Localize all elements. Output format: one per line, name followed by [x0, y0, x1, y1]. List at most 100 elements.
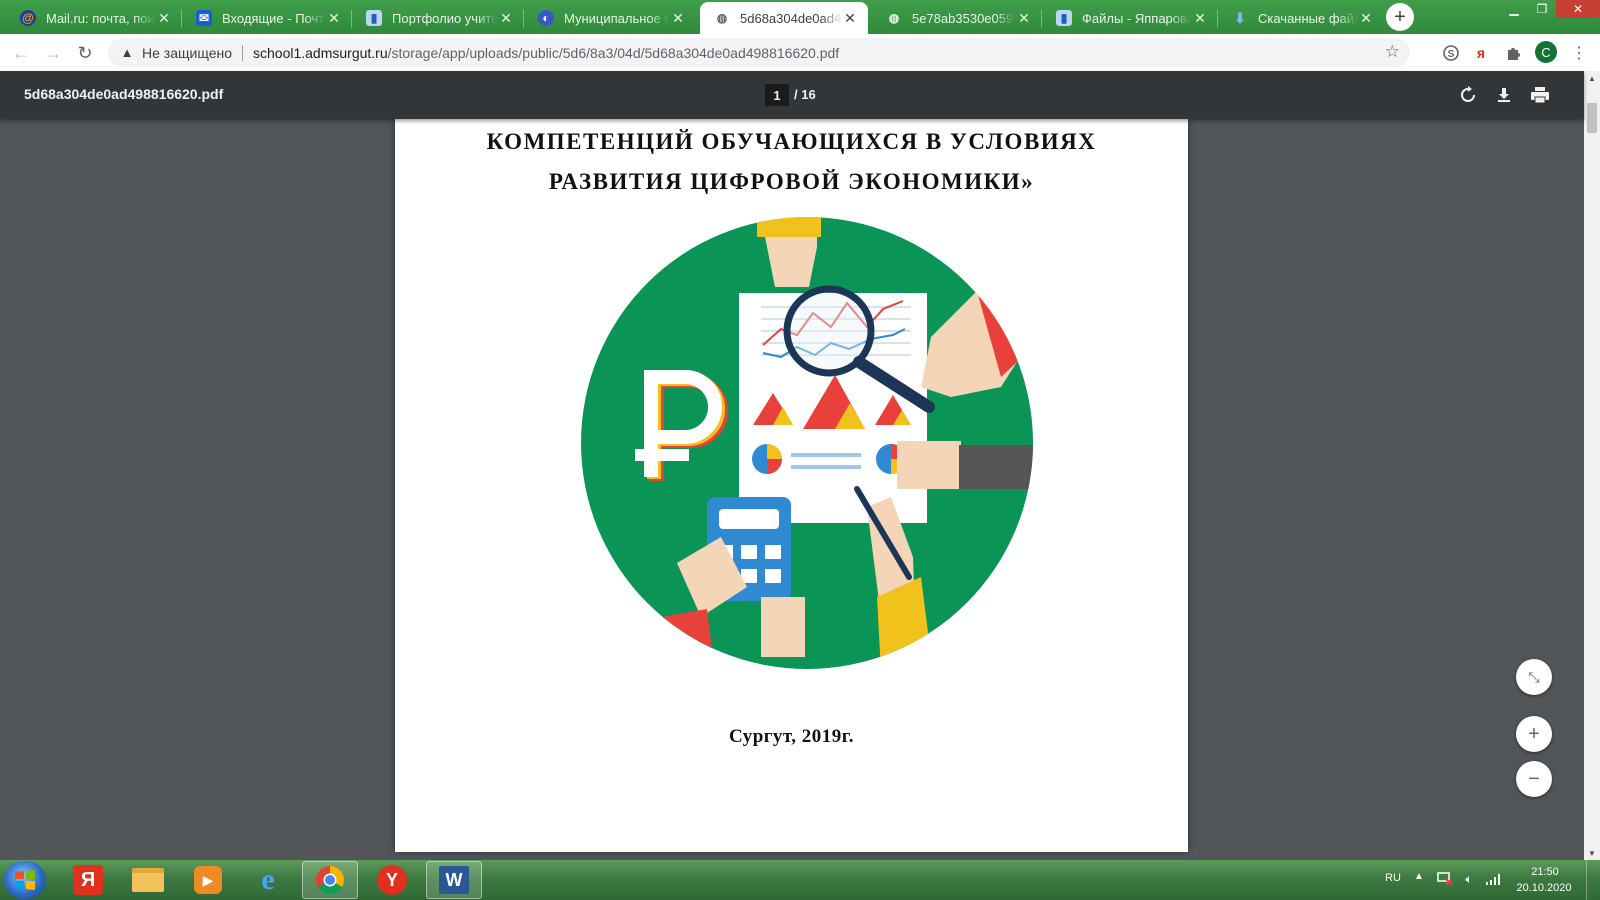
taskbar-yandex-browser[interactable]: Y [364, 861, 420, 899]
taskbar-chrome[interactable] [302, 861, 358, 899]
close-tab-icon[interactable]: ✕ [498, 10, 514, 26]
download-icon[interactable] [1492, 83, 1516, 107]
address-bar[interactable]: ▲ Не защищено school1.admsurgut.ru/stora… [108, 38, 1410, 67]
scroll-down-arrow-icon[interactable]: ▼ [1584, 846, 1600, 860]
mail-envelope-icon: ✉ [196, 10, 212, 26]
start-button[interactable] [4, 861, 46, 899]
mailru-icon: @ [20, 10, 36, 26]
omnibox-divider [242, 44, 243, 61]
media-player-icon: ▶ [194, 866, 222, 894]
profile-avatar[interactable]: C [1535, 41, 1557, 63]
plus-icon: + [1528, 722, 1540, 745]
url-text[interactable]: school1.admsurgut.ru/storage/app/uploads… [253, 45, 839, 61]
show-desktop-button[interactable] [1586, 860, 1600, 900]
language-indicator[interactable]: RU [1385, 872, 1401, 884]
vertical-scrollbar[interactable]: ▲ ▼ [1584, 71, 1600, 860]
page-number-input[interactable]: 1 [765, 84, 789, 106]
download-icon: ⬇ [1234, 9, 1246, 26]
fit-to-page-button[interactable]: ⤡ [1516, 659, 1552, 695]
hand-right-middle [897, 441, 961, 489]
browser-toolbar: ← → ↻ ▲ Не защищено school1.admsurgut.ru… [0, 34, 1600, 72]
signal-strength-icon[interactable] [1484, 870, 1502, 888]
scroll-thumb[interactable] [1587, 103, 1597, 133]
print-icon[interactable] [1528, 83, 1552, 107]
zoom-in-button[interactable]: + [1516, 716, 1552, 752]
word-icon: W [439, 866, 469, 894]
warning-icon[interactable]: ▲ [118, 44, 136, 62]
globe-icon: ◍ [888, 11, 900, 25]
chrome-icon [316, 866, 344, 894]
reload-button[interactable]: ↻ [72, 40, 98, 66]
url-host: school1.admsurgut.ru [253, 44, 388, 61]
tab-inbox[interactable]: ✉ Входящие - Почта Mail.ru ✕ [182, 2, 352, 34]
page-total: / 16 [794, 87, 816, 102]
tab-pdf-active[interactable]: ◍ 5d68a304de0ad498816620.pdf ✕ [700, 2, 868, 34]
globe-icon: ◍ [716, 11, 728, 25]
tab-title: Входящие - Почта Mail.ru [222, 10, 326, 26]
close-tab-icon[interactable]: ✕ [1192, 10, 1208, 26]
hand-bottom [761, 597, 805, 657]
pdf-viewer[interactable]: КОМПЕТЕНЦИЙ ОБУЧАЮЩИХСЯ В УСЛОВИЯХ РАЗВИ… [0, 119, 1584, 860]
taskbar-internet-explorer[interactable]: e [240, 861, 296, 899]
close-tab-icon[interactable]: ✕ [1016, 10, 1032, 26]
tab-title: Муниципальное бюджетное [564, 10, 670, 26]
skype-extension-icon[interactable]: S [1440, 42, 1462, 64]
tab-files[interactable]: ▮ Файлы - Яппарова Алия ✕ [1042, 2, 1218, 34]
tab-title: 5e78ab3530e059835 [912, 10, 1016, 26]
taskbar-explorer[interactable] [120, 861, 176, 899]
close-tab-icon[interactable]: ✕ [670, 10, 686, 26]
tab-municipal[interactable]: ◐ Муниципальное бюджетное ✕ [524, 2, 696, 34]
internet-explorer-icon: e [261, 863, 275, 896]
yandex-extension-icon[interactable]: я [1470, 42, 1492, 64]
clock-date[interactable]: 20.10.2020 [1510, 882, 1578, 894]
show-hidden-icons-icon[interactable]: ▲ [1414, 871, 1424, 882]
bookmark-star-icon[interactable]: ☆ [1385, 42, 1400, 62]
back-button[interactable]: ← [8, 40, 34, 66]
taskbar-yandex[interactable]: Я [60, 861, 116, 899]
close-tab-icon[interactable]: ✕ [156, 10, 172, 26]
extensions-puzzle-icon[interactable] [1502, 42, 1524, 64]
new-tab-button[interactable]: + [1386, 3, 1414, 31]
tab-strip: @ Mail.ru: почта, поиск в интернете ✕ ✉ … [0, 0, 1600, 34]
pdf-page: КОМПЕТЕНЦИЙ ОБУЧАЮЩИХСЯ В УСЛОВИЯХ РАЗВИ… [395, 119, 1188, 852]
pdf-toolbar: 5d68a304de0ad498816620.pdf 1 / 16 [0, 71, 1584, 119]
tab-title: Портфолио учителя [392, 10, 498, 26]
window-controls: ▁ ❐ ✕ [1500, 0, 1600, 20]
close-tab-icon[interactable]: ✕ [842, 10, 858, 26]
book-icon: ▮ [1056, 10, 1072, 26]
rotate-icon[interactable] [1456, 83, 1480, 107]
globe-blue-icon: ◐ [538, 10, 554, 26]
tab-downloads[interactable]: ⬇ Скачанные файлы ✕ [1218, 2, 1384, 34]
tab-pdf-2[interactable]: ◍ 5e78ab3530e059835 ✕ [872, 2, 1042, 34]
minimize-button[interactable]: ▁ [1500, 0, 1528, 18]
zoom-out-button[interactable]: − [1516, 761, 1552, 797]
close-window-button[interactable]: ✕ [1556, 0, 1600, 18]
close-tab-icon[interactable]: ✕ [326, 10, 342, 26]
taskbar-word[interactable]: W [426, 861, 482, 899]
tab-title: Скачанные файлы [1258, 10, 1358, 26]
document-title-line-1: КОМПЕТЕНЦИЙ ОБУЧАЮЩИХСЯ В УСЛОВИЯХ [486, 129, 1097, 154]
taskbar-media-player[interactable]: ▶ [180, 861, 236, 899]
close-tab-icon[interactable]: ✕ [1358, 10, 1374, 26]
digital-economy-illustration [581, 217, 1033, 669]
tab-portfolio[interactable]: ▮ Портфолио учителя ✕ [352, 2, 524, 34]
yandex-browser-icon: Y [377, 865, 407, 895]
tab-title: Mail.ru: почта, поиск в интернете [46, 10, 156, 26]
book-icon: ▮ [366, 10, 382, 26]
folder-icon [132, 868, 164, 892]
scroll-up-arrow-icon[interactable]: ▲ [1584, 71, 1600, 85]
clock-time[interactable]: 21:50 [1520, 866, 1570, 878]
tab-title: Файлы - Яппарова Алия [1082, 10, 1192, 26]
maximize-button[interactable]: ❐ [1528, 0, 1556, 18]
network-error-icon[interactable] [1436, 870, 1454, 888]
document-footer-city-year: Сургут, 2019г. [728, 726, 855, 747]
chrome-menu-icon[interactable]: ⋮ [1568, 42, 1590, 64]
forward-button[interactable]: → [40, 40, 66, 66]
pdf-filename: 5d68a304de0ad498816620.pdf [24, 86, 224, 102]
profile-initial: C [1541, 44, 1551, 60]
tab-mailru[interactable]: @ Mail.ru: почта, поиск в интернете ✕ [6, 2, 182, 34]
document-title-line-2: РАЗВИТИЯ ЦИФРОВОЙ ЭКОНОМИКИ» [548, 169, 1035, 194]
volume-icon[interactable]: 🔈︎ [1460, 870, 1478, 888]
security-label[interactable]: Не защищено [142, 45, 232, 61]
tab-title: 5d68a304de0ad498816620.pdf [740, 10, 842, 26]
